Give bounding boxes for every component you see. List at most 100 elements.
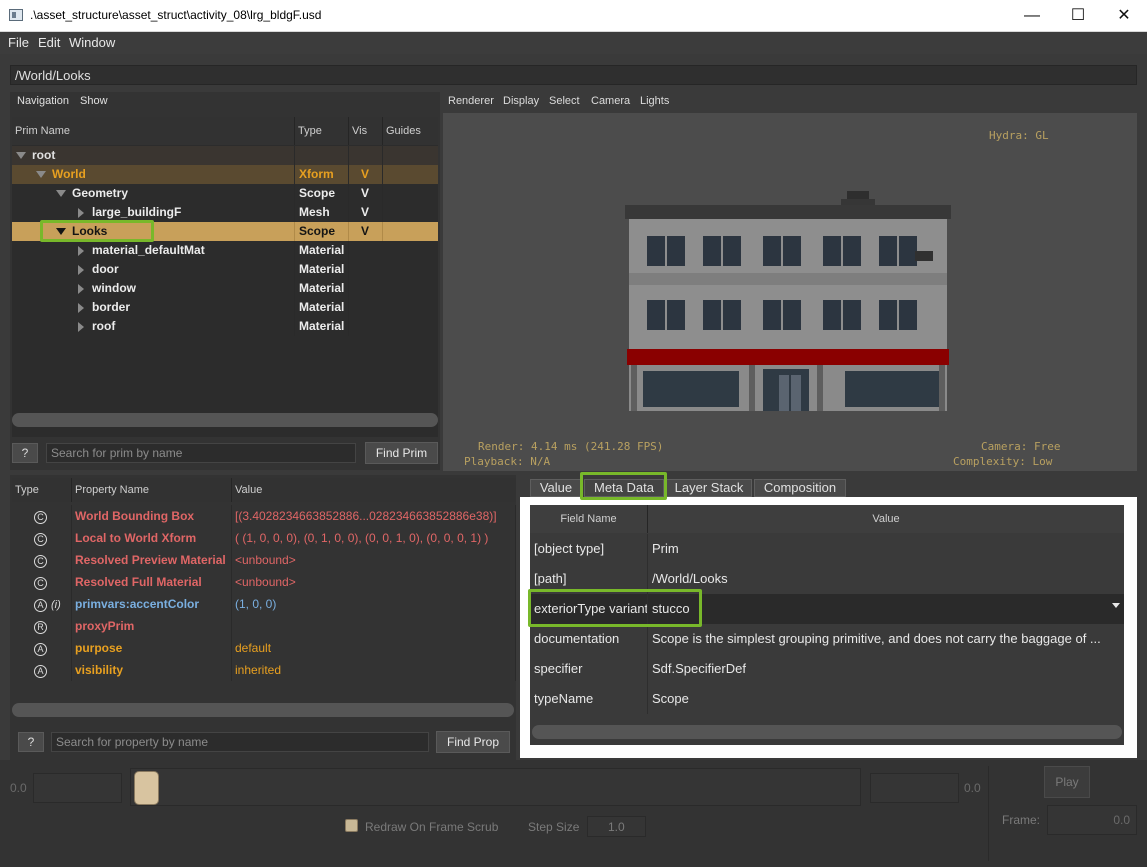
property-row[interactable]: A purpose default — [12, 637, 516, 659]
renderer-menu[interactable]: Renderer — [448, 95, 494, 107]
tree-row-roof[interactable]: roof Material — [12, 317, 438, 336]
play-button[interactable]: Play — [1044, 766, 1090, 798]
property-name: proxyPrim — [72, 615, 232, 637]
prim-type: Mesh — [295, 203, 349, 222]
metadata-row[interactable]: [path] /World/Looks — [530, 564, 1124, 594]
collapse-arrow-icon[interactable] — [78, 283, 84, 294]
property-row[interactable]: A visibility inherited — [12, 659, 516, 681]
prim-vis[interactable]: V — [349, 203, 383, 222]
hydra-label: Hydra: GL — [989, 129, 1049, 142]
property-scrollbar[interactable] — [12, 703, 514, 717]
field-name: [object type] — [530, 534, 648, 564]
close-icon[interactable]: ✕ — [1101, 0, 1147, 31]
redraw-checkbox[interactable] — [345, 819, 358, 832]
step-size-field[interactable]: 1.0 — [587, 816, 646, 837]
header-prop-type[interactable]: Type — [12, 478, 72, 502]
prim-vis[interactable]: V — [349, 184, 383, 203]
tree-row-world[interactable]: World Xform V — [12, 165, 438, 184]
metadata-scrollbar[interactable] — [532, 725, 1122, 739]
property-row[interactable]: C Resolved Full Material <unbound> — [12, 571, 516, 593]
frame-field[interactable]: 0.0 — [1047, 805, 1137, 835]
step-size-label: Step Size — [528, 820, 580, 834]
maximize-icon[interactable]: ☐ — [1055, 0, 1101, 31]
navigation-menu[interactable]: Navigation — [17, 95, 69, 107]
3d-viewport[interactable]: Hydra: GL Render: 4.14 ms (241.28 FPS) P… — [443, 113, 1137, 471]
tree-row-geometry[interactable]: Geometry Scope V — [12, 184, 438, 203]
collapse-arrow-icon[interactable] — [78, 321, 84, 332]
header-field-name[interactable]: Field Name — [530, 505, 648, 533]
prim-name: border — [92, 300, 131, 314]
tab-layer-stack[interactable]: Layer Stack — [666, 479, 752, 497]
menu-window[interactable]: Window — [69, 35, 115, 50]
metadata-row[interactable]: documentation Scope is the simplest grou… — [530, 624, 1124, 654]
metadata-row-variant[interactable]: exteriorType variant stucco — [530, 594, 1124, 624]
tab-composition[interactable]: Composition — [754, 479, 846, 497]
header-guides[interactable]: Guides — [383, 117, 438, 145]
header-type[interactable]: Type — [295, 117, 349, 145]
find-prim-button[interactable]: Find Prim — [365, 442, 438, 464]
show-menu[interactable]: Show — [80, 95, 108, 107]
slider-handle[interactable] — [134, 771, 159, 805]
collapse-arrow-icon[interactable] — [78, 207, 84, 218]
property-row[interactable]: A (i) primvars:accentColor (1, 0, 0) — [12, 593, 516, 615]
header-meta-value[interactable]: Value — [648, 505, 1124, 533]
prim-tree-scrollbar[interactable] — [12, 413, 438, 427]
header-prop-value[interactable]: Value — [232, 478, 516, 502]
expand-arrow-icon[interactable] — [36, 171, 46, 179]
expand-arrow-icon[interactable] — [56, 228, 66, 236]
expand-arrow-icon[interactable] — [16, 152, 26, 160]
prim-vis[interactable]: V — [349, 165, 383, 184]
property-value: <unbound> — [232, 549, 516, 571]
minimize-icon[interactable]: — — [1009, 0, 1055, 31]
collapse-arrow-icon[interactable] — [78, 302, 84, 313]
computed-icon: C — [34, 533, 47, 546]
redraw-label: Redraw On Frame Scrub — [365, 820, 499, 834]
field-value: stucco — [652, 601, 690, 616]
menu-file[interactable]: File — [8, 35, 29, 50]
prim-search-input[interactable]: Search for prim by name — [46, 443, 356, 463]
property-row[interactable]: C Resolved Preview Material <unbound> — [12, 549, 516, 571]
collapse-arrow-icon[interactable] — [78, 264, 84, 275]
dropdown-arrow-icon[interactable] — [1112, 603, 1120, 608]
prim-name: door — [92, 262, 119, 276]
menu-edit[interactable]: Edit — [38, 35, 60, 50]
header-property-name[interactable]: Property Name — [72, 478, 232, 502]
prop-search-input[interactable]: Search for property by name — [51, 732, 429, 752]
prim-help-button[interactable]: ? — [12, 443, 38, 463]
variant-dropdown[interactable]: stucco — [648, 594, 1124, 624]
camera-menu[interactable]: Camera — [591, 95, 630, 107]
tree-row-window[interactable]: window Material — [12, 279, 438, 298]
select-menu[interactable]: Select — [549, 95, 580, 107]
prop-help-button[interactable]: ? — [18, 732, 44, 752]
tree-row-door[interactable]: door Material — [12, 260, 438, 279]
tree-row-border[interactable]: border Material — [12, 298, 438, 317]
start-frame-label: 0.0 — [10, 781, 27, 795]
metadata-panel: Value Meta Data Layer Stack Composition … — [520, 475, 1137, 758]
tab-meta-data[interactable]: Meta Data — [584, 479, 664, 497]
property-value: (1, 0, 0) — [232, 593, 516, 615]
start-frame-field[interactable] — [33, 773, 122, 803]
tree-row-looks[interactable]: Looks Scope V — [12, 222, 438, 241]
metadata-row[interactable]: [object type] Prim — [530, 534, 1124, 564]
metadata-row[interactable]: typeName Scope — [530, 684, 1124, 714]
property-row[interactable]: R proxyPrim — [12, 615, 516, 637]
metadata-row[interactable]: specifier Sdf.SpecifierDef — [530, 654, 1124, 684]
header-vis[interactable]: Vis — [349, 117, 383, 145]
tree-row-material-defaultmat[interactable]: material_defaultMat Material — [12, 241, 438, 260]
frame-slider[interactable] — [130, 768, 861, 806]
field-value: Scope is the simplest grouping primitive… — [652, 631, 1101, 646]
find-prop-button[interactable]: Find Prop — [436, 731, 510, 753]
prim-vis[interactable]: V — [349, 222, 383, 241]
property-row[interactable]: C Local to World Xform ( (1, 0, 0, 0), (… — [12, 527, 516, 549]
tab-value[interactable]: Value — [530, 479, 582, 497]
collapse-arrow-icon[interactable] — [78, 245, 84, 256]
property-row[interactable]: C World Bounding Box [(3.402823466385288… — [12, 505, 516, 527]
expand-arrow-icon[interactable] — [56, 190, 66, 198]
header-prim-name[interactable]: Prim Name — [12, 117, 295, 145]
tree-row-root[interactable]: root — [12, 146, 438, 165]
path-field[interactable]: /World/Looks — [10, 65, 1137, 85]
lights-menu[interactable]: Lights — [640, 95, 669, 107]
end-frame-field[interactable] — [870, 773, 959, 803]
tree-row-large-buildingf[interactable]: large_buildingF Mesh V — [12, 203, 438, 222]
display-menu[interactable]: Display — [503, 95, 539, 107]
